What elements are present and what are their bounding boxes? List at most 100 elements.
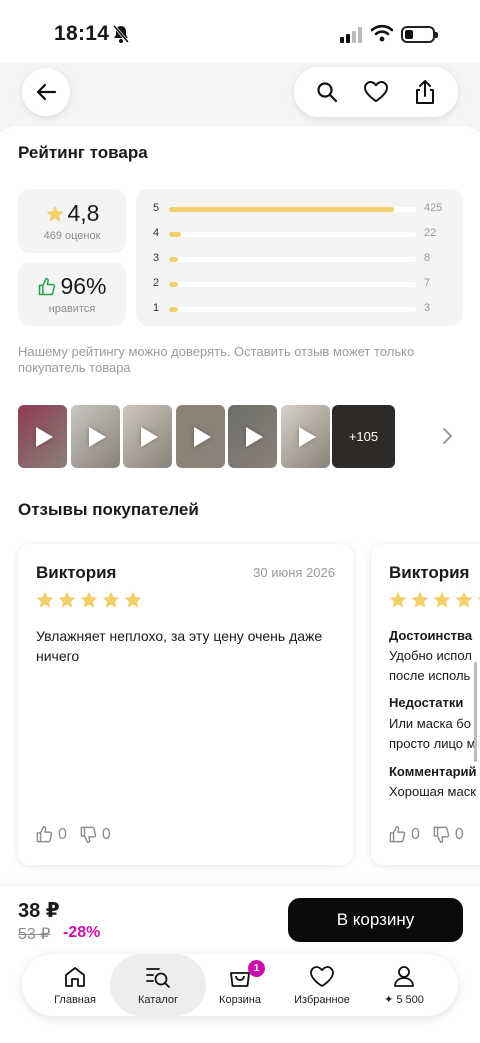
rating-row-stars: 4: [153, 227, 160, 239]
media-thumbnail[interactable]: [18, 405, 67, 468]
review-comment-text: Хорошая маск: [389, 784, 476, 799]
back-button[interactable]: [22, 68, 70, 116]
star-icon: [46, 205, 63, 222]
rating-row: 5 425: [136, 202, 463, 216]
catalog-search-icon: [146, 967, 170, 988]
media-next-button[interactable]: [441, 426, 455, 451]
cellular-signal-icon: [340, 27, 364, 48]
heart-icon: [363, 81, 388, 102]
rating-row-bar: [169, 307, 416, 312]
tab-profile-label: ✦ 5 500: [384, 994, 424, 1006]
scrollbar[interactable]: [474, 662, 477, 762]
review-cons-label: Недостатки: [389, 695, 464, 710]
play-icon: [246, 426, 263, 447]
rating-row-stars: 3: [153, 252, 160, 264]
rating-row-bar-fill: [169, 257, 178, 262]
play-icon: [36, 426, 53, 447]
media-thumbnail[interactable]: [228, 405, 277, 468]
review-date: 30 июня 2026: [253, 565, 335, 580]
discount-badge: -28%: [63, 924, 101, 941]
cart-badge: 1: [248, 960, 265, 977]
star-icon: [477, 597, 480, 600]
star-icon: [389, 591, 407, 608]
play-icon: [88, 426, 106, 447]
share-button[interactable]: [405, 72, 445, 112]
profile-icon: [394, 966, 414, 987]
heart-icon: [310, 965, 334, 987]
media-thumbnail[interactable]: [123, 405, 172, 468]
rating-row: 38: [136, 252, 463, 266]
rating-row-count: 425: [424, 202, 443, 214]
thumbs-up-icon: [389, 825, 406, 843]
star-icon: [102, 591, 120, 608]
star-icon: [411, 591, 429, 608]
status-bar: 18:14: [0, 0, 480, 64]
search-icon: [317, 82, 337, 103]
review-cons-text: просто лицо м: [389, 736, 476, 751]
review-stars: [388, 590, 480, 610]
review-like-button[interactable]: 0: [388, 825, 420, 844]
search-button[interactable]: [307, 72, 347, 112]
review-author: Виктория: [389, 563, 470, 582]
status-time: 18:14: [54, 22, 110, 45]
rating-row-stars: 5: [153, 202, 160, 214]
review-pros-text: Удобно испол: [389, 648, 472, 663]
play-icon: [298, 426, 316, 447]
page: 18:14 Рейтинг товара 4,8 469 оценок 96% …: [0, 0, 480, 1043]
favorite-button[interactable]: [356, 72, 396, 112]
average-rating-card[interactable]: 4,8 469 оценок: [18, 189, 126, 253]
thumbs-down-icon: [80, 826, 97, 844]
old-price: 53 ₽: [18, 926, 51, 943]
battery-icon: [401, 26, 438, 43]
review-cons-text: Или маска бо: [389, 716, 471, 731]
trust-note: Нашему рейтингу можно доверять. Оставить…: [18, 344, 415, 375]
tab-catalog[interactable]: Каталог: [110, 954, 206, 1016]
review-stars: [35, 590, 143, 610]
review-card[interactable]: Виктория Достоинства Удобно испол после …: [371, 544, 480, 865]
play-icon: [193, 426, 211, 447]
media-thumbnail[interactable]: [70, 405, 120, 468]
add-to-cart-button[interactable]: В корзину: [288, 898, 463, 942]
play-icon: [141, 426, 158, 447]
review-card[interactable]: Виктория 30 июня 2026 Увлажняет неплохо,…: [18, 544, 353, 865]
review-like-button[interactable]: 0: [35, 825, 67, 844]
home-icon: [65, 966, 85, 987]
rating-row-stars: 2: [153, 277, 160, 289]
rating-row: 13: [136, 302, 463, 316]
like-percent-value: 96%: [60, 273, 107, 299]
rating-row-bar: [169, 207, 416, 212]
chevron-right-icon: [443, 428, 452, 444]
media-thumbnail[interactable]: [175, 405, 225, 468]
tab-cart-label: Корзина: [219, 993, 261, 1006]
header-actions: [294, 67, 458, 117]
review-dislike-button[interactable]: 0: [432, 825, 464, 844]
media-thumbnail[interactable]: [280, 405, 330, 468]
rating-row-bar-fill: [169, 282, 178, 287]
bottom-tab-bar: Главная Каталог Корзина Избранное ✦ 5 50…: [22, 954, 458, 1016]
thumbs-down-icon: [433, 826, 450, 844]
share-icon: [416, 80, 435, 104]
review-dislike-count: 0: [101, 825, 111, 843]
tab-profile[interactable]: ✦ 5 500: [364, 954, 444, 1016]
thumbs-up-icon: [39, 277, 56, 295]
rating-row-count: 22: [424, 227, 437, 239]
tab-cart[interactable]: Корзина: [200, 954, 280, 1016]
tab-favorites-label: Избранное: [294, 993, 350, 1006]
rating-row-bar-fill: [169, 232, 182, 237]
review-comment-label: Комментарий: [389, 764, 477, 779]
rating-row: 4 22: [136, 227, 463, 241]
muted-bell-icon: [112, 25, 130, 48]
star-icon: [433, 591, 451, 608]
tab-home-label: Главная: [54, 993, 96, 1006]
star-icon: [124, 591, 142, 608]
reviews-section-title: Отзывы покупателей: [18, 500, 199, 519]
reviews-count: 469 оценок: [43, 230, 101, 242]
review-text: Увлажняет неплохо, за эту цену очень даж…: [36, 628, 323, 664]
rating-row-bar: [169, 257, 416, 262]
tab-home[interactable]: Главная: [35, 954, 115, 1016]
review-like-count: 0: [411, 825, 420, 843]
tab-favorites[interactable]: Избранное: [282, 954, 362, 1016]
review-dislike-button[interactable]: 0: [79, 825, 111, 844]
rating-row-count: 8: [424, 252, 431, 264]
more-media-button[interactable]: +105: [332, 405, 395, 468]
